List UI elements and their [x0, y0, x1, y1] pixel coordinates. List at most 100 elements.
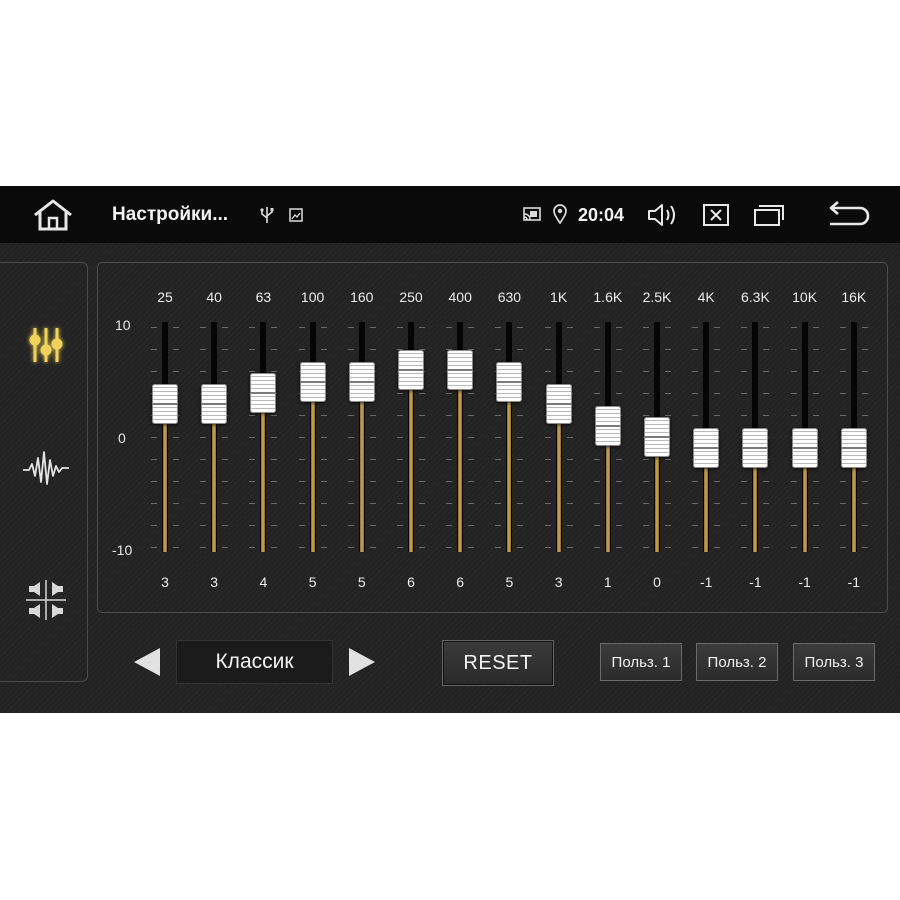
previous-preset-button[interactable] [130, 645, 164, 679]
scale-tick [173, 437, 179, 438]
scale-tick [495, 481, 502, 482]
sound-effects-tab[interactable] [19, 441, 73, 495]
volume-button[interactable] [644, 198, 682, 232]
back-button[interactable] [822, 197, 872, 233]
scale-tick [271, 547, 278, 548]
scale-tick [173, 547, 179, 548]
scale-tick [397, 525, 403, 526]
recent-apps-button[interactable] [750, 199, 788, 231]
scale-tick [446, 327, 453, 328]
scale-tick [173, 459, 179, 460]
slider-knob[interactable] [545, 383, 572, 424]
home-button[interactable] [28, 196, 78, 234]
equalizer-tab[interactable] [19, 318, 73, 372]
close-button[interactable] [700, 199, 732, 231]
scale-tick [271, 415, 278, 416]
slider-fill [261, 392, 266, 552]
scale-tick [741, 349, 748, 350]
band-frequency-label: 16K [841, 289, 867, 305]
scale-tick [271, 437, 278, 438]
scale-tick [812, 503, 819, 504]
close-icon [703, 204, 729, 226]
scale-tick [347, 415, 354, 416]
scale-tick [714, 393, 721, 394]
scale-tick [249, 459, 256, 460]
scale-tick [566, 547, 573, 548]
scale-tick [593, 503, 600, 504]
slider-knob[interactable] [348, 361, 375, 402]
user-preset-1-button[interactable]: Польз. 1 [600, 643, 682, 681]
slider-knob[interactable] [644, 417, 670, 457]
eq-band: 25 3 [141, 263, 189, 614]
slider-knob[interactable] [447, 350, 474, 391]
band-gain-value: 6 [407, 574, 415, 590]
scale-tick [271, 371, 278, 372]
scale-tick [790, 393, 797, 394]
scale-tick [714, 415, 721, 416]
scale-tick [347, 481, 354, 482]
scale-tick [320, 503, 327, 504]
scale-tick [812, 481, 819, 482]
scale-tick [249, 481, 256, 482]
scale-tick [222, 371, 229, 372]
slider-knob[interactable] [594, 405, 621, 446]
scale-tick [173, 349, 179, 350]
scale-tick [517, 349, 524, 350]
band-frequency-label: 400 [448, 289, 472, 305]
slider-fill [556, 403, 561, 552]
slider-knob[interactable] [152, 383, 178, 424]
slider-knob[interactable] [496, 361, 523, 402]
scale-tick [643, 525, 649, 526]
scale-tick [544, 525, 551, 526]
scale-tick [151, 371, 157, 372]
scale-tick [200, 459, 207, 460]
slider-knob[interactable] [299, 361, 326, 402]
scale-tick [861, 393, 868, 394]
preset-name: Классик [176, 640, 333, 684]
slider-knob[interactable] [398, 350, 424, 391]
reset-button[interactable]: RESET [442, 640, 554, 686]
scale-tick [615, 371, 622, 372]
scale-tick [812, 393, 819, 394]
scale-tick [298, 503, 305, 504]
image-icon [287, 205, 305, 225]
scale-tick [298, 547, 305, 548]
scale-tick [517, 459, 524, 460]
scale-tick [544, 371, 551, 372]
scale-tick [692, 481, 699, 482]
scale-tick [151, 503, 157, 504]
scale-tick [320, 349, 327, 350]
scale-tick [714, 503, 721, 504]
slider-knob[interactable] [742, 428, 769, 469]
scale-tick [249, 415, 256, 416]
next-preset-button[interactable] [345, 645, 379, 679]
slider-knob[interactable] [693, 428, 720, 469]
scale-tick [369, 525, 376, 526]
scale-tick [593, 547, 600, 548]
scale-tick [468, 547, 475, 548]
scale-tick [200, 371, 207, 372]
slider-knob[interactable] [791, 428, 818, 469]
scale-tick [544, 327, 551, 328]
scale-tick [419, 503, 425, 504]
band-gain-value: 0 [653, 574, 661, 590]
eq-band: 4K -1 [682, 263, 730, 614]
scale-tick [298, 459, 305, 460]
scale-tick [347, 547, 354, 548]
scale-tick [320, 547, 327, 548]
balance-fader-tab[interactable] [19, 573, 73, 627]
scale-tick [790, 547, 797, 548]
scale-tick [566, 327, 573, 328]
band-gain-value: 4 [259, 574, 268, 590]
slider-knob[interactable] [840, 428, 867, 469]
scale-tick [812, 349, 819, 350]
scale-tick [643, 481, 649, 482]
scale-tick [763, 371, 770, 372]
scale-tick [517, 503, 524, 504]
scale-tick [446, 415, 453, 416]
slider-knob[interactable] [201, 383, 228, 424]
user-preset-2-button[interactable]: Польз. 2 [696, 643, 778, 681]
user-preset-3-button[interactable]: Польз. 3 [793, 643, 875, 681]
scale-tick [320, 481, 327, 482]
slider-knob[interactable] [250, 372, 277, 413]
